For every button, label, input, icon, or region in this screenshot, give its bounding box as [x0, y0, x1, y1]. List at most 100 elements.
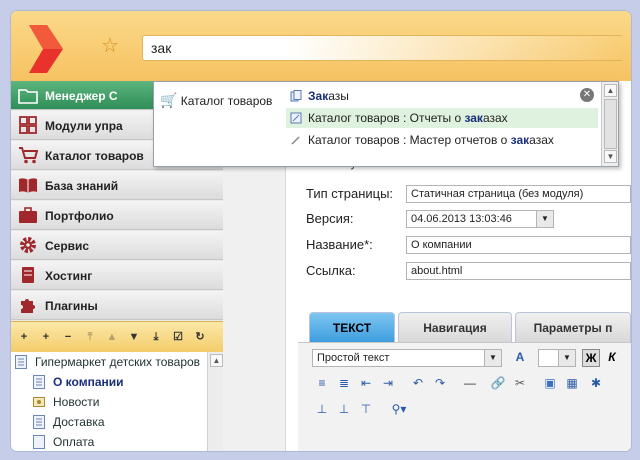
link-icon[interactable]: 🔗 — [490, 375, 506, 391]
format-value: Простой текст — [317, 352, 390, 364]
sidebar-item-label: Менеджер С — [45, 89, 118, 103]
settings-icon[interactable]: ✱ — [588, 375, 604, 391]
name-field[interactable]: О компании — [406, 236, 631, 254]
favorite-star-icon[interactable]: ☆ — [101, 36, 119, 56]
tree-item-label: Доставка — [53, 415, 105, 429]
add-child-icon[interactable]: + — [39, 330, 53, 344]
chevron-down-icon[interactable]: ▼ — [536, 211, 553, 227]
page-type-value: Статичная страница (без модуля) — [411, 188, 584, 200]
bullet-list-icon[interactable]: ≣ — [336, 375, 352, 391]
tab-label: ТЕКСТ — [332, 321, 372, 335]
briefcase-icon — [19, 207, 37, 223]
modules-icon — [19, 116, 37, 134]
folder-icon — [18, 89, 38, 104]
remove-icon[interactable]: − — [61, 330, 75, 344]
tree-item-label: Оплата — [53, 435, 95, 449]
tab-navigation[interactable]: Навигация — [398, 312, 512, 342]
tree-item-label: Новости — [53, 395, 100, 409]
app-window: ☆ зак Менеджер С Модули упра Каталог тов… — [11, 11, 631, 451]
name-label: Название*: — [306, 237, 373, 252]
move-top-icon[interactable]: ⤒ — [83, 330, 97, 344]
font-size-select[interactable]: ▼ — [538, 349, 576, 367]
move-bottom-icon[interactable]: ⤓ — [149, 330, 163, 344]
header-bar: ☆ зак — [11, 11, 631, 81]
tree-item-label: О компании — [53, 375, 124, 389]
tab-parameters[interactable]: Параметры п — [515, 312, 631, 342]
suggestions-scrollbar[interactable]: ▲ ▼ — [601, 82, 618, 166]
scroll-up-icon[interactable]: ▲ — [210, 354, 223, 367]
indent-icon[interactable]: ⇥ — [380, 375, 396, 391]
logo-icon — [29, 25, 63, 73]
page-type-label: Тип страницы: — [306, 186, 394, 201]
move-up-icon[interactable]: ▲ — [105, 330, 119, 344]
sidebar-item-service[interactable]: Сервис — [11, 231, 223, 260]
unlink-icon[interactable]: ✂ — [512, 375, 528, 391]
font-color-icon[interactable]: A — [512, 349, 528, 365]
redo-icon[interactable]: ↷ — [432, 375, 448, 391]
suggestion-item[interactable]: Каталог товаров : Отчеты о заказах — [286, 108, 598, 128]
document-icon — [33, 375, 45, 389]
tree-structure-alt-icon[interactable]: ⊥ — [336, 401, 352, 417]
book-icon — [19, 178, 37, 193]
version-value: 04.06.2013 13:03:46 — [411, 213, 512, 225]
sidebar-item-label: Сервис — [45, 239, 90, 253]
move-down-icon[interactable]: ▼ — [127, 330, 141, 344]
bold-button[interactable]: Ж — [582, 349, 600, 367]
document-icon — [15, 355, 27, 369]
horizontal-rule-icon[interactable]: — — [462, 375, 478, 391]
tree-item-label: Гипермаркет детских товаров — [35, 355, 201, 369]
chevron-down-icon[interactable]: ▼ — [558, 350, 575, 366]
sidebar-item-hosting[interactable]: Хостинг — [11, 261, 223, 290]
sidebar-item-label: База знаний — [45, 179, 119, 193]
cart-icon: 🛒 — [160, 92, 178, 108]
table-icon[interactable]: ▦ — [564, 375, 580, 391]
ordered-list-icon[interactable]: ≡ — [314, 375, 330, 391]
suggestion-suffix: азах — [482, 111, 508, 125]
page-type-select[interactable]: Статичная страница (без модуля) — [406, 185, 631, 203]
search-input[interactable]: зак — [142, 35, 622, 61]
sidebar-item-knowledge[interactable]: База знаний — [11, 171, 223, 200]
name-value: О компании — [411, 239, 472, 251]
find-icon[interactable]: ⚲▾ — [386, 401, 412, 417]
scroll-thumb[interactable] — [604, 99, 617, 149]
sidebar-item-plugins[interactable]: Плагины — [11, 291, 223, 320]
search-suggestions-popup: 🛒 Каталог товаров Заказы Каталог товаров… — [153, 81, 619, 167]
refresh-icon[interactable]: ↻ — [193, 330, 207, 344]
suggestion-match: зак — [464, 111, 483, 125]
italic-button[interactable]: К — [604, 349, 620, 365]
check-icon[interactable]: ☑ — [171, 330, 185, 344]
close-icon[interactable]: ✕ — [580, 88, 594, 102]
suggestion-category: 🛒 Каталог товаров — [160, 92, 272, 109]
suggestion-suffix: азы — [328, 89, 349, 103]
wizard-icon — [291, 136, 300, 145]
tab-text[interactable]: ТЕКСТ — [309, 312, 395, 342]
server-icon — [22, 267, 34, 283]
orders-icon — [290, 90, 302, 102]
link-field[interactable]: about.html — [406, 262, 631, 280]
document-icon — [33, 415, 45, 429]
tree-scrollbar[interactable]: ▲ — [207, 352, 224, 451]
scroll-down-icon[interactable]: ▼ — [604, 150, 617, 163]
tree-structure-icon[interactable]: ⊥ — [314, 401, 330, 417]
sidebar-item-portfolio[interactable]: Портфолио — [11, 201, 223, 230]
add-icon[interactable]: + — [17, 330, 31, 344]
undo-icon[interactable]: ↶ — [410, 375, 426, 391]
sidebar-item-label: Портфолио — [45, 209, 114, 223]
anchor-icon[interactable]: ⊤ — [358, 401, 374, 417]
version-select[interactable]: 04.06.2013 13:03:46 ▼ — [406, 210, 554, 228]
scroll-up-icon[interactable]: ▲ — [604, 84, 617, 97]
puzzle-icon — [21, 299, 35, 313]
chevron-down-icon[interactable]: ▼ — [484, 350, 501, 366]
editor-toolbar: Простой текст ▼ A ▼ Ж К ≡ ≣ ⇤ ⇥ ↶ ↷ — 🔗 … — [298, 342, 631, 451]
suggestion-item[interactable]: Каталог товаров : Мастер отчетов о заказ… — [286, 130, 598, 150]
cart-icon — [19, 147, 38, 164]
gear-icon — [20, 237, 36, 253]
tab-label: Навигация — [423, 321, 487, 335]
format-select[interactable]: Простой текст ▼ — [312, 349, 502, 367]
outdent-icon[interactable]: ⇤ — [358, 375, 374, 391]
link-value: about.html — [411, 265, 463, 277]
image-icon[interactable]: ▣ — [542, 375, 558, 391]
suggestion-match: Зак — [308, 89, 329, 103]
suggestion-item[interactable]: Заказы — [286, 86, 598, 106]
tree-toolbar: + + − ⤒ ▲ ▼ ⤓ ☑ ↻ — [11, 321, 223, 352]
